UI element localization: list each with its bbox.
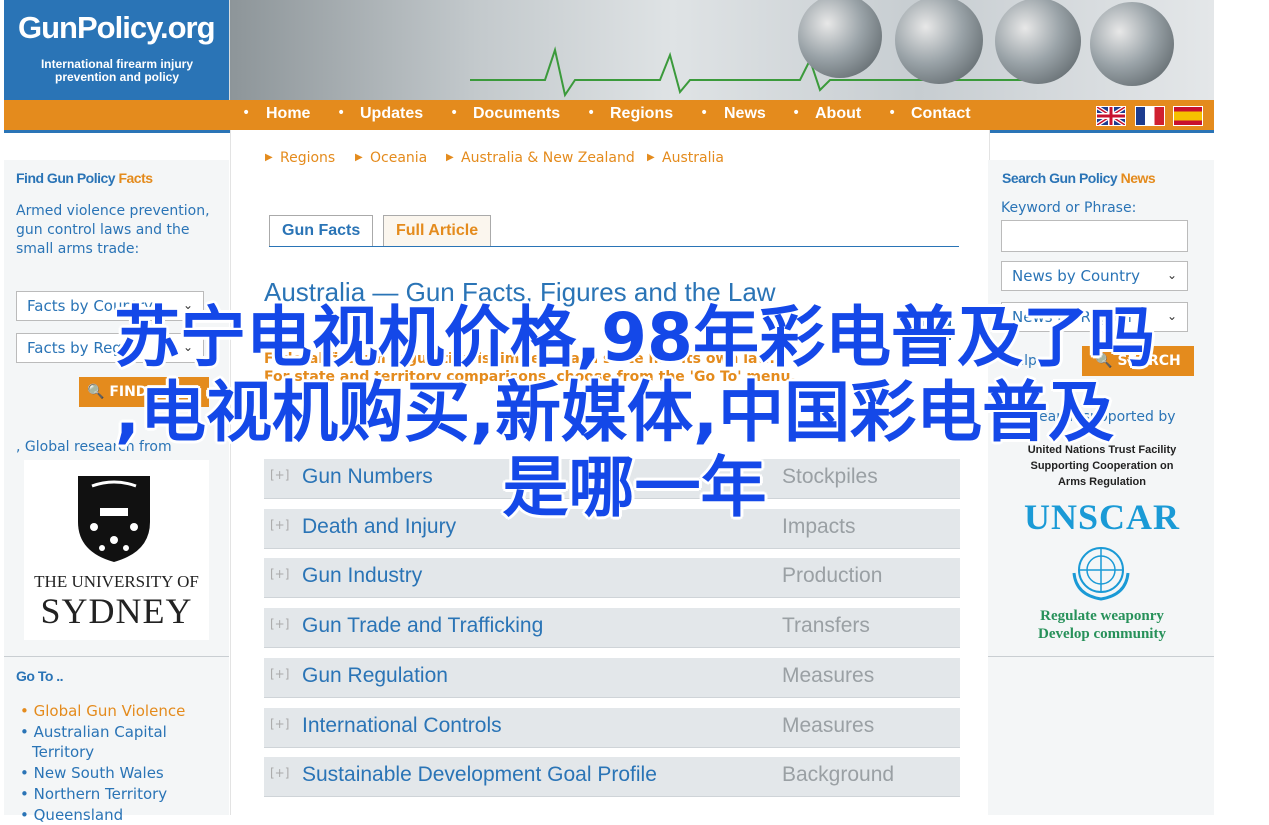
expand-icon: [+]: [270, 617, 290, 631]
spain-flag-icon[interactable]: [1173, 106, 1203, 126]
globe-image: [1090, 2, 1174, 86]
find-facts-description: Armed violence prevention, gun control l…: [16, 203, 210, 257]
section-title: Gun Industry: [302, 564, 423, 587]
expand-icon: [+]: [270, 717, 290, 731]
select-value: News by Country: [1012, 267, 1141, 285]
goto-item[interactable]: • Queensland: [20, 805, 225, 825]
news-by-country-select[interactable]: News by Country ⌄: [1001, 261, 1188, 291]
breadcrumb-arrow-icon: ▶: [647, 152, 655, 163]
nav-about[interactable]: About: [815, 105, 861, 123]
section-title: Gun Regulation: [302, 664, 448, 687]
globe-image: [895, 0, 983, 84]
tab-underline: [269, 246, 959, 247]
main-nav: • Home • Updates • Documents • Regions •…: [4, 100, 1214, 133]
section-category: Background: [782, 763, 895, 786]
section-category: Measures: [782, 714, 875, 737]
university-line1: THE UNIVERSITY OF: [34, 572, 199, 591]
goto-heading: Go To ..: [16, 668, 64, 684]
goto-list: • Global Gun Violence • Australian Capit…: [20, 701, 225, 825]
unscar-slogan: Regulate weaponry Develop community: [1002, 607, 1202, 643]
goto-label: Northern Territory: [33, 785, 168, 803]
nav-news[interactable]: News: [724, 105, 766, 123]
nav-bullet: •: [792, 105, 801, 121]
keyword-input[interactable]: [1001, 220, 1188, 252]
overlay-line: 苏宁电视机价格,98年彩电普及了吗: [114, 299, 1155, 376]
nav-bullet: •: [700, 105, 709, 121]
nav-bullet: •: [242, 105, 251, 121]
overlay-headline: 苏宁电视机价格,98年彩电普及了吗 ,电视机购买,新媒体,中国彩电普及 是哪一年: [0, 300, 1269, 525]
nav-bullet: •: [337, 105, 346, 121]
section-title: Sustainable Development Goal Profile: [302, 763, 657, 786]
goto-item[interactable]: • Australian Capital Territory: [20, 722, 225, 762]
section-category: Production: [782, 564, 883, 587]
breadcrumb-regions[interactable]: Regions: [280, 150, 335, 166]
nav-bullet: •: [587, 105, 596, 121]
section-row[interactable]: [+] International Controls Measures: [264, 708, 960, 748]
section-row[interactable]: [+] Gun Industry Production: [264, 558, 960, 598]
un-emblem-icon: [1072, 547, 1130, 601]
heading-part: News: [1120, 170, 1156, 186]
nav-updates[interactable]: Updates: [360, 105, 423, 123]
heading-part: Facts: [118, 170, 153, 186]
goto-label: Global Gun Violence: [33, 702, 186, 720]
section-title: International Controls: [302, 714, 502, 737]
section-row[interactable]: [+] Gun Trade and Trafficking Transfers: [264, 608, 960, 648]
nav-home[interactable]: Home: [266, 105, 310, 123]
nav-documents[interactable]: Documents: [473, 105, 560, 123]
nav-regions[interactable]: Regions: [610, 105, 673, 123]
goto-label: New South Wales: [33, 764, 164, 782]
keyword-label: Keyword or Phrase:: [1001, 200, 1137, 216]
section-title: Gun Trade and Trafficking: [302, 614, 544, 637]
globe-image: [995, 0, 1081, 84]
site-header: GunPolicy.org International firearm inju…: [4, 0, 1214, 100]
goto-item[interactable]: • Global Gun Violence: [20, 701, 225, 721]
expand-icon: [+]: [270, 667, 290, 681]
section-row[interactable]: [+] Gun Regulation Measures: [264, 658, 960, 698]
expand-icon: [+]: [270, 567, 290, 581]
breadcrumb-anz[interactable]: Australia & New Zealand: [461, 150, 635, 166]
overlay-line: ,电视机购买,新媒体,中国彩电普及: [114, 374, 1115, 451]
goto-item[interactable]: • Northern Territory: [20, 784, 225, 804]
breadcrumb-oceania[interactable]: Oceania: [370, 150, 427, 166]
nav-bullet: •: [450, 105, 459, 121]
goto-item[interactable]: • New South Wales: [20, 763, 225, 783]
goto-label: Australian Capital Territory: [32, 723, 167, 761]
slogan-line: Regulate weaponry: [1040, 608, 1164, 624]
breadcrumb-arrow-icon: ▶: [265, 152, 273, 163]
university-line2: SYDNEY: [40, 591, 193, 631]
section-row[interactable]: [+] Sustainable Development Goal Profile…: [264, 757, 960, 797]
heading-part: Find Gun Policy: [16, 170, 116, 186]
tab-gun-facts[interactable]: Gun Facts: [269, 215, 374, 247]
nav-bullet: •: [888, 105, 897, 121]
breadcrumb-arrow-icon: ▶: [355, 152, 363, 163]
header-banner: [230, 0, 1214, 100]
breadcrumb-australia[interactable]: Australia: [662, 150, 724, 166]
find-facts-heading: Find Gun Policy Facts: [16, 170, 153, 186]
nav-contact[interactable]: Contact: [911, 105, 971, 123]
chevron-down-icon: ⌄: [1166, 268, 1177, 282]
logo-subtitle: International firearm injury prevention …: [40, 57, 194, 84]
section-category: Measures: [782, 664, 875, 687]
section-category: Transfers: [782, 614, 870, 637]
goto-label: Queensland: [33, 806, 124, 824]
search-news-heading: Search Gun Policy News: [1002, 170, 1156, 186]
breadcrumb-arrow-icon: ▶: [446, 152, 454, 163]
logo-title: GunPolicy.org: [18, 10, 216, 45]
overlay-line: 是哪一年: [502, 449, 767, 526]
expand-icon: [+]: [270, 766, 290, 780]
heading-part: Search Gun Policy: [1002, 170, 1118, 186]
divider: [4, 656, 229, 657]
tab-full-article[interactable]: Full Article: [383, 215, 492, 247]
uk-flag-icon[interactable]: [1095, 105, 1127, 127]
divider: [988, 656, 1214, 657]
france-flag-icon[interactable]: [1135, 106, 1165, 126]
site-logo[interactable]: GunPolicy.org International firearm inju…: [4, 0, 229, 100]
slogan-line: Develop community: [1038, 626, 1166, 642]
